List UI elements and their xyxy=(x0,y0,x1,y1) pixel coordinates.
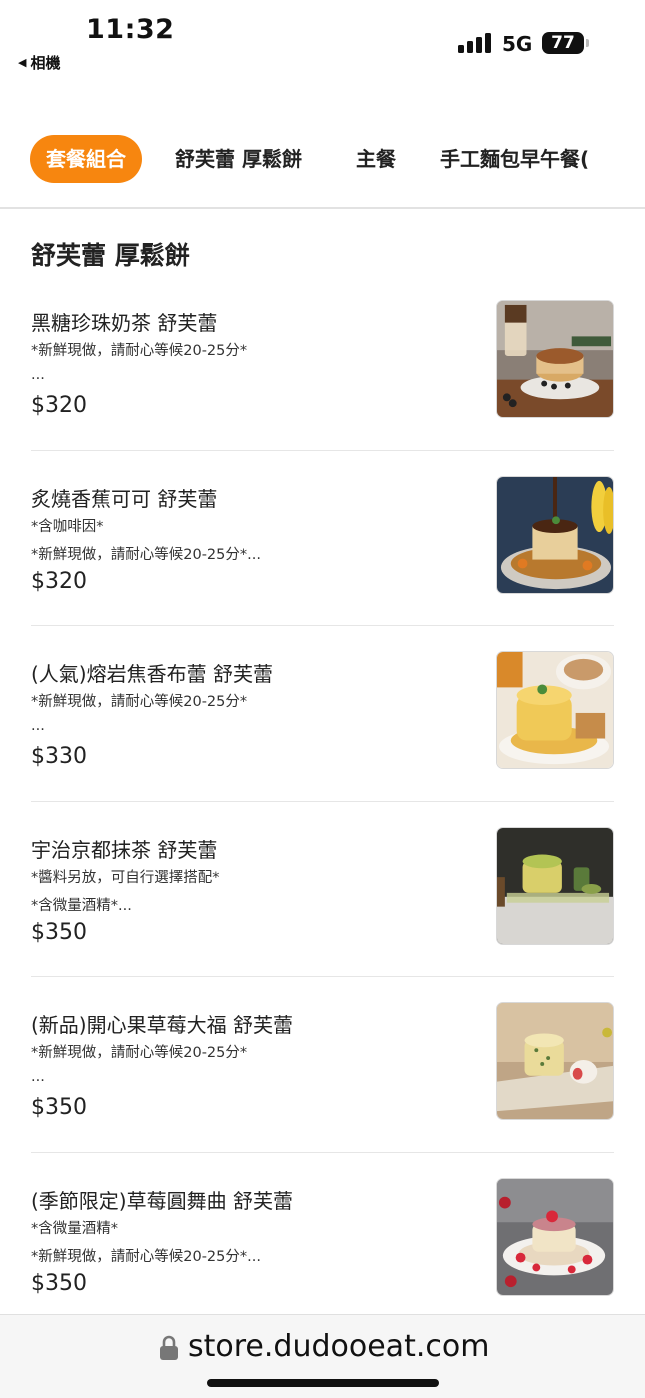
status-bar: 11:32 ◀ 相機 5G 77 xyxy=(0,0,645,80)
category-tabs: 套餐組合 舒芙蕾 厚鬆餅 主餐 手工麵包早午餐( xyxy=(0,132,645,188)
menu-item[interactable]: 黑糖珍珠奶茶 舒芙蕾 *新鮮現做，請耐心等候20-25分* ... $320 xyxy=(0,275,645,451)
menu-item[interactable]: 炙燒香蕉可可 舒芙蕾 *含咖啡因* *新鮮現做，請耐心等候20-25分*... … xyxy=(0,451,645,626)
item-photo[interactable] xyxy=(496,651,614,769)
item-description: ... xyxy=(31,1069,45,1085)
tab-souffle[interactable]: 舒芙蕾 厚鬆餅 xyxy=(175,135,302,183)
item-photo[interactable] xyxy=(496,1177,614,1296)
browser-address-bar[interactable]: store.dudooeat.com xyxy=(0,1314,645,1398)
tab-main-course[interactable]: 主餐 xyxy=(356,135,396,183)
item-description: ... xyxy=(31,718,45,734)
network-type: 5G xyxy=(502,32,533,56)
item-name: 黑糖珍珠奶茶 舒芙蕾 xyxy=(31,311,218,335)
url-text[interactable]: store.dudooeat.com xyxy=(188,1329,489,1364)
menu-item[interactable]: (人氣)熔岩焦香布蕾 舒芙蕾 *新鮮現做，請耐心等候20-25分* ... $3… xyxy=(0,626,645,802)
item-photo[interactable] xyxy=(496,826,614,945)
item-price: $350 xyxy=(31,1270,87,1296)
item-price: $320 xyxy=(31,393,87,418)
menu-item[interactable]: (季節限定)草莓圓舞曲 舒芙蕾 *含微量酒精* *新鮮現做，請耐心等候20-25… xyxy=(0,1153,645,1328)
back-app-label: 相機 xyxy=(30,54,61,72)
item-description: ... xyxy=(31,367,45,383)
item-photo[interactable] xyxy=(496,300,614,418)
back-triangle-icon: ◀ xyxy=(18,56,27,69)
lock-icon xyxy=(160,1335,178,1360)
item-description: *含咖啡因* xyxy=(31,518,104,535)
menu-item[interactable]: 宇治京都抹茶 舒芙蕾 *醬料另放，可自行選擇搭配* *含微量酒精*... $35… xyxy=(0,802,645,977)
item-name: (人氣)熔岩焦香布蕾 舒芙蕾 xyxy=(31,662,273,686)
item-name: 炙燒香蕉可可 舒芙蕾 xyxy=(31,486,218,511)
tab-brunch[interactable]: 手工麵包早午餐( xyxy=(440,135,589,183)
item-description: *醬料另放，可自行選擇搭配* xyxy=(31,869,220,886)
status-time: 11:32 xyxy=(86,14,175,45)
item-price: $350 xyxy=(31,919,87,945)
item-description: *新鮮現做，請耐心等候20-25分*... xyxy=(31,546,261,563)
item-name: 宇治京都抹茶 舒芙蕾 xyxy=(31,837,218,862)
battery-icon: 77 xyxy=(542,32,589,54)
item-description: *含微量酒精* xyxy=(31,1220,118,1237)
item-description: *新鮮現做，請耐心等候20-25分*... xyxy=(31,1248,261,1265)
item-name: (季節限定)草莓圓舞曲 舒芙蕾 xyxy=(31,1188,293,1213)
back-to-app-button[interactable]: ◀ 相機 xyxy=(18,52,60,73)
item-name: (新品)開心果草莓大福 舒芙蕾 xyxy=(31,1013,293,1037)
section-title: 舒芙蕾 厚鬆餅 xyxy=(31,241,190,270)
item-price: $320 xyxy=(31,568,87,594)
menu-list: 黑糖珍珠奶茶 舒芙蕾 *新鮮現做，請耐心等候20-25分* ... $320 炙 xyxy=(0,275,645,1328)
item-price: $330 xyxy=(31,744,87,769)
signal-icon xyxy=(458,33,492,53)
item-description: *含微量酒精*... xyxy=(31,897,132,914)
item-photo[interactable] xyxy=(496,1002,614,1120)
tabs-divider xyxy=(0,207,645,209)
tab-set-meals[interactable]: 套餐組合 xyxy=(30,135,142,183)
home-indicator[interactable] xyxy=(207,1379,439,1387)
item-description: *新鮮現做，請耐心等候20-25分* xyxy=(31,343,248,359)
item-description: *新鮮現做，請耐心等候20-25分* xyxy=(31,1045,248,1061)
item-description: *新鮮現做，請耐心等候20-25分* xyxy=(31,694,248,710)
menu-item[interactable]: (新品)開心果草莓大福 舒芙蕾 *新鮮現做，請耐心等候20-25分* ... $… xyxy=(0,977,645,1153)
item-price: $350 xyxy=(31,1095,87,1120)
item-photo[interactable] xyxy=(496,475,614,594)
